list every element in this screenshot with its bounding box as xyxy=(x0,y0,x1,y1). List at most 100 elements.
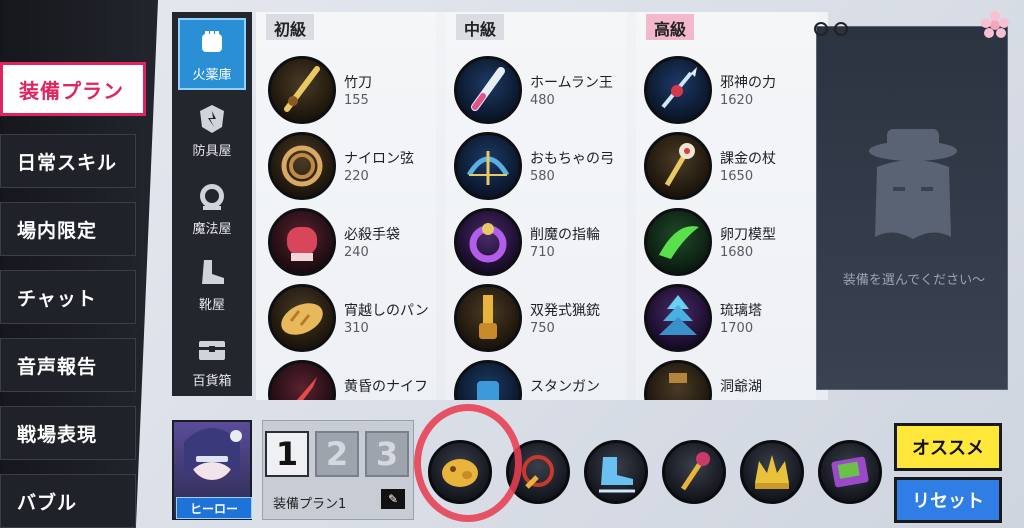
equipment-slot-6[interactable] xyxy=(818,440,882,504)
item-name: おもちゃの弓 xyxy=(530,151,614,167)
item-card[interactable]: おもちゃの弓 580 xyxy=(454,132,634,202)
menu-item-in-field-limited[interactable]: 場内限定 xyxy=(0,202,136,256)
item-card[interactable]: ナイロン弦 220 xyxy=(268,132,448,202)
knife-icon xyxy=(296,377,317,400)
item-name: 必殺手袋 xyxy=(344,227,400,243)
category-armory[interactable]: 火薬庫 xyxy=(178,18,246,90)
item-card[interactable]: ホームラン王 480 xyxy=(454,56,634,126)
shotgun-icon xyxy=(479,295,497,339)
item-price: 1700 xyxy=(720,321,754,336)
category-department-box[interactable]: 百貨箱 xyxy=(178,324,246,396)
item-icon-circle xyxy=(268,360,336,400)
item-icon-circle xyxy=(454,284,522,352)
item-shop-panel: 初級 中級 高級 竹刀 155 ナイロン弦 220 必殺手袋 240 宵越しのパ… xyxy=(256,12,828,400)
item-card[interactable]: 卵刀模型 1680 xyxy=(644,208,824,278)
trident-icon xyxy=(661,67,697,109)
ring-icon xyxy=(469,223,507,263)
reset-button[interactable]: リセット xyxy=(894,477,1002,523)
menu-item-equipment-plan[interactable]: 装備プラン xyxy=(0,62,146,116)
item-name: 双発式猟銃 xyxy=(530,303,600,319)
menu-item-daily-skill[interactable]: 日常スキル xyxy=(0,134,136,188)
item-price: 480 xyxy=(530,93,555,108)
armor-icon xyxy=(200,104,224,133)
category-sidebar: 火薬庫 防具屋 魔法屋 靴屋 百貨箱 xyxy=(172,12,252,396)
left-menu: 装備プラン 日常スキル 場内限定 チャット 音声報告 戦場表現 バブル xyxy=(0,0,158,528)
plan-1-button[interactable]: 1 xyxy=(265,431,309,477)
ghost-mascot-icon xyxy=(869,129,957,239)
item-card[interactable]: 竹刀 155 xyxy=(268,56,448,126)
hero-portrait[interactable]: ヒーロー xyxy=(172,420,252,520)
category-label: 魔法屋 xyxy=(192,221,232,237)
item-card[interactable]: スタンガン xyxy=(454,360,634,400)
item-icon-circle xyxy=(644,360,712,400)
item-card[interactable]: 邪神の力 1620 xyxy=(644,56,824,126)
fist-icon xyxy=(202,30,222,52)
item-card[interactable]: 課金の杖 1650 xyxy=(644,132,824,202)
item-name: 琉璃塔 xyxy=(720,303,762,319)
boxing-glove-icon xyxy=(287,227,317,261)
category-label: 靴屋 xyxy=(198,297,225,313)
item-card[interactable]: 琉璃塔 1700 xyxy=(644,284,824,354)
item-price: 710 xyxy=(530,245,555,260)
menu-item-chat[interactable]: チャット xyxy=(0,270,136,324)
item-price: 220 xyxy=(344,169,369,184)
item-name: ホームラン王 xyxy=(530,75,613,91)
wooden-sword-icon xyxy=(669,373,687,383)
bow-icon xyxy=(466,151,510,185)
plan-3-button[interactable]: 3 xyxy=(365,431,409,477)
highlight-circle xyxy=(414,404,522,522)
item-icon-circle xyxy=(268,208,336,276)
item-icon-circle xyxy=(454,56,522,124)
menu-item-voice-report[interactable]: 音声報告 xyxy=(0,338,136,392)
hero-avatar xyxy=(184,428,242,482)
equipment-slot-5[interactable] xyxy=(740,440,804,504)
plan-selector: 1 2 3 装備プラン1 ✎ xyxy=(262,420,414,520)
category-armor-shop[interactable]: 防具屋 xyxy=(178,94,246,166)
item-name: ナイロン弦 xyxy=(344,151,414,167)
item-icon-circle xyxy=(268,284,336,352)
select-equipment-message: 装備を選んでください～ xyxy=(842,273,986,288)
green-blade-icon xyxy=(659,226,699,259)
category-shoe-shop[interactable]: 靴屋 xyxy=(178,248,246,320)
category-magic-shop[interactable]: 魔法屋 xyxy=(178,172,246,244)
tier-label-mid: 中級 xyxy=(456,14,505,40)
stungun-icon xyxy=(477,381,499,400)
staff-icon xyxy=(664,143,695,187)
item-price: 1650 xyxy=(720,169,754,184)
item-price: 240 xyxy=(344,245,369,260)
bread-icon xyxy=(281,303,323,335)
menu-item-battlefield-expression[interactable]: 戦場表現 xyxy=(0,406,136,460)
item-detail-panel: 装備を選んでください～ xyxy=(814,11,1009,390)
gold-crown-icon xyxy=(755,455,789,489)
hero-button[interactable]: ヒーロー xyxy=(176,497,252,519)
item-card[interactable]: 宵越しのパン 310 xyxy=(268,284,448,354)
item-card[interactable]: 削魔の指輪 710 xyxy=(454,208,634,278)
menu-item-bubble[interactable]: バブル xyxy=(0,474,136,528)
plan-2-button[interactable]: 2 xyxy=(315,431,359,477)
item-icon-circle xyxy=(268,132,336,200)
item-card[interactable]: 双発式猟銃 750 xyxy=(454,284,634,354)
tower-icon xyxy=(659,295,697,335)
category-label: 火薬庫 xyxy=(192,67,232,83)
edit-icon: ✎ xyxy=(387,492,399,506)
equipment-slot-4[interactable] xyxy=(662,440,726,504)
pin-icon xyxy=(814,22,848,36)
item-price: 580 xyxy=(530,169,555,184)
item-name: 洞爺湖 xyxy=(720,379,762,395)
edit-plan-name-button[interactable]: ✎ xyxy=(381,489,405,509)
item-icon-circle xyxy=(454,132,522,200)
skate-boot-icon xyxy=(599,457,635,493)
rope-icon xyxy=(281,145,323,187)
item-icon-circle xyxy=(644,56,712,124)
item-price: 750 xyxy=(530,321,555,336)
item-card[interactable]: 洞爺湖 xyxy=(644,360,824,400)
recommend-button[interactable]: オススメ xyxy=(894,423,1002,471)
tier-label-advanced: 高級 xyxy=(646,14,695,40)
item-icon-circle xyxy=(268,56,336,124)
item-price: 1620 xyxy=(720,93,754,108)
equipment-slot-3[interactable] xyxy=(584,440,648,504)
item-card[interactable]: 必殺手袋 240 xyxy=(268,208,448,278)
category-label: 防具屋 xyxy=(192,143,232,159)
item-card[interactable]: 黄昏のナイフ xyxy=(268,360,448,400)
item-price: 155 xyxy=(344,93,369,108)
